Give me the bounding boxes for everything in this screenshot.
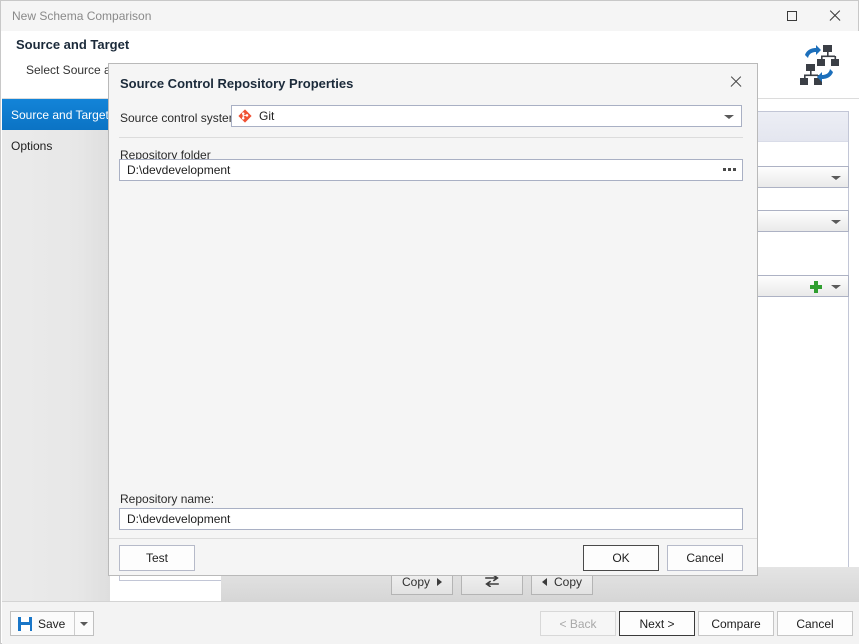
save-split-button[interactable]: Save <box>10 611 95 636</box>
back-button[interactable]: < Back <box>540 611 616 636</box>
repository-name-input[interactable]: D:\devdevelopment <box>119 508 743 530</box>
copy-right-label: Copy <box>401 575 430 589</box>
repository-folder-value: D:\devdevelopment <box>127 163 231 177</box>
dialog-divider <box>119 137 743 138</box>
ok-button[interactable]: OK <box>583 545 659 571</box>
ok-label: OK <box>612 551 630 565</box>
close-icon <box>729 75 743 89</box>
save-dropdown-button[interactable] <box>74 612 93 635</box>
swap-icon <box>484 573 500 590</box>
repository-name-label: Repository name: <box>120 492 215 506</box>
maximize-icon <box>787 11 797 21</box>
chevron-down-icon <box>831 176 841 180</box>
git-icon <box>238 109 252 123</box>
window-titlebar: New Schema Comparison <box>1 1 858 31</box>
source-control-repository-properties-dialog: Source Control Repository Properties Sou… <box>108 63 758 576</box>
save-floppy-icon <box>18 616 32 631</box>
wizard-sidebar: Source and Target Options <box>2 99 110 601</box>
dialog-close-button[interactable] <box>719 68 753 96</box>
save-label: Save <box>38 616 66 631</box>
add-plus-icon[interactable] <box>810 281 822 293</box>
schema-compare-icon <box>795 43 843 87</box>
close-icon <box>828 9 842 23</box>
copy-left-label: Copy <box>553 575 582 589</box>
sidebar-item-options[interactable]: Options <box>2 130 110 161</box>
compare-button[interactable]: Compare <box>698 611 774 636</box>
dialog-button-divider <box>109 538 757 539</box>
wizard-footer: Save < Back Next > Compare Cancel <box>2 601 859 644</box>
next-label: Next > <box>639 616 675 631</box>
close-window-button[interactable] <box>814 1 856 31</box>
cancel-button[interactable]: Cancel <box>777 611 853 636</box>
test-button[interactable]: Test <box>119 545 195 571</box>
source-control-system-combo[interactable]: Git <box>231 105 742 127</box>
chevron-down-icon <box>831 285 841 289</box>
chevron-down-icon[interactable] <box>724 115 734 119</box>
compare-label: Compare <box>711 616 761 631</box>
sidebar-item-label: Options <box>11 138 53 153</box>
window-title: New Schema Comparison <box>12 9 152 23</box>
maximize-button[interactable] <box>771 1 813 31</box>
dialog-cancel-label: Cancel <box>686 551 724 565</box>
source-control-system-value: Git <box>259 109 275 123</box>
dialog-cancel-button[interactable]: Cancel <box>667 545 743 571</box>
cancel-label: Cancel <box>796 616 834 631</box>
back-label: < Back <box>559 616 597 631</box>
chevron-right-icon <box>437 578 442 586</box>
repository-folder-input[interactable]: D:\devdevelopment <box>119 159 743 181</box>
ellipsis-browse-icon[interactable] <box>723 168 736 171</box>
dialog-title: Source Control Repository Properties <box>120 76 354 91</box>
chevron-down-icon <box>831 220 841 224</box>
next-button[interactable]: Next > <box>619 611 695 636</box>
page-title: Source and Target <box>16 37 130 52</box>
chevron-down-icon <box>80 621 89 626</box>
sidebar-item-source-and-target[interactable]: Source and Target <box>2 99 110 130</box>
test-label: Test <box>145 551 168 565</box>
source-control-system-label: Source control system: <box>120 111 243 125</box>
save-button[interactable]: Save <box>11 612 74 635</box>
sidebar-item-label: Source and Target <box>11 107 109 122</box>
chevron-left-icon <box>541 578 547 586</box>
repository-name-value: D:\devdevelopment <box>127 512 231 526</box>
